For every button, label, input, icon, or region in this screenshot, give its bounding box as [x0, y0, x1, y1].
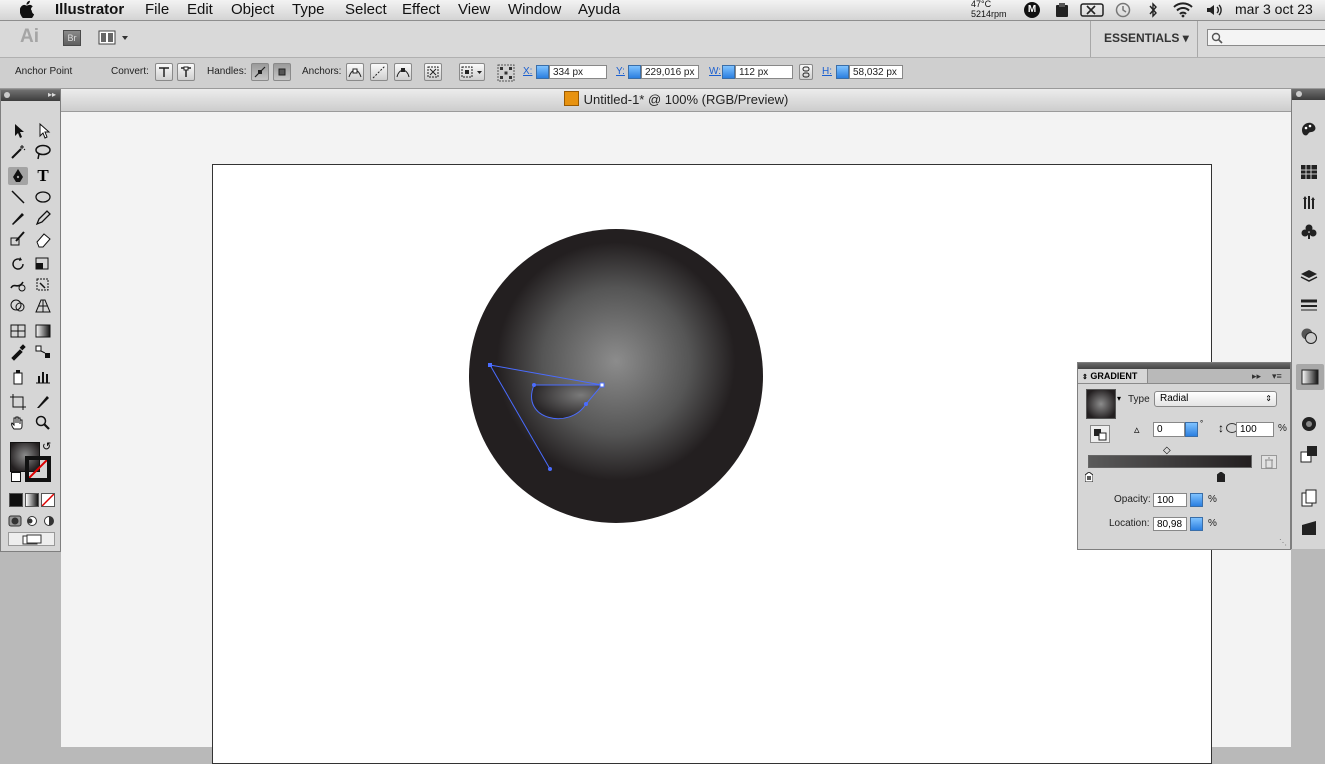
eraser-tool-icon[interactable]: [33, 230, 53, 248]
appearance-icon[interactable]: [1300, 415, 1318, 433]
symbols-icon[interactable]: [1300, 223, 1318, 241]
gradient-stop-right[interactable]: [1216, 469, 1226, 483]
type-label: Type: [1128, 394, 1150, 405]
aspect-ratio-field[interactable]: 100: [1236, 422, 1274, 437]
none-mode-button[interactable]: [41, 493, 55, 507]
handle-point[interactable]: [584, 402, 588, 406]
magic-wand-tool-icon[interactable]: [8, 143, 28, 161]
swap-fill-stroke-icon[interactable]: ↺: [42, 440, 51, 453]
dock-header[interactable]: [1292, 89, 1325, 100]
swatches-icon[interactable]: [1300, 163, 1318, 181]
reverse-gradient-icon: [1094, 429, 1107, 441]
select-arrows-icon: ⇕: [1265, 394, 1272, 403]
symbol-sprayer-tool-icon[interactable]: [8, 368, 28, 386]
stroke-panel-icon[interactable]: [1300, 297, 1318, 315]
reverse-gradient-button[interactable]: [1090, 425, 1110, 443]
aspect-ratio-icon: ↕: [1218, 421, 1224, 435]
aspect-percent: %: [1278, 423, 1287, 434]
opacity-percent: %: [1208, 494, 1217, 505]
gradient-presets-dropdown-icon[interactable]: ▾: [1117, 394, 1121, 403]
brushes-icon[interactable]: [1300, 193, 1318, 211]
gradient-panel-tabbar: ⇕ GRADIENT ▸▸ ▾≡: [1078, 369, 1290, 384]
gradient-mode-button[interactable]: [25, 493, 39, 507]
anchor-point[interactable]: [599, 382, 605, 388]
perspective-grid-tool-icon[interactable]: [33, 297, 53, 315]
gradient-icon: [1301, 369, 1319, 385]
gradient-slider[interactable]: [1088, 455, 1252, 468]
draw-normal-icon[interactable]: [8, 514, 22, 527]
trash-icon: [1265, 457, 1273, 469]
mesh-tool-icon[interactable]: [8, 322, 28, 340]
opacity-field[interactable]: 100: [1153, 493, 1187, 507]
eyedropper-tool-icon[interactable]: [8, 343, 28, 361]
graphic-styles-icon[interactable]: [1300, 445, 1318, 463]
location-label: Location:: [1109, 518, 1150, 529]
handle-point[interactable]: [532, 383, 536, 387]
tools-panel-header[interactable]: ▸▸: [1, 90, 60, 101]
resize-grip-icon[interactable]: ⋱: [1279, 538, 1287, 547]
selection-tool-icon[interactable]: [8, 122, 28, 140]
lasso-tool-icon[interactable]: [33, 143, 53, 161]
delete-stop-button[interactable]: [1261, 455, 1277, 469]
blend-tool-icon[interactable]: [33, 343, 53, 361]
draw-inside-icon[interactable]: [42, 514, 56, 526]
color-mode-button[interactable]: [9, 493, 23, 507]
angle-icon: ▵: [1134, 424, 1140, 436]
paintbrush-tool-icon[interactable]: [8, 209, 28, 227]
draw-behind-icon[interactable]: [25, 514, 39, 526]
free-transform-tool-icon[interactable]: [33, 276, 53, 294]
pencil-tool-icon[interactable]: [33, 209, 53, 227]
direct-selection-tool-icon[interactable]: [33, 122, 53, 140]
line-tool-icon[interactable]: [8, 188, 28, 206]
location-field[interactable]: 80,98: [1153, 517, 1187, 531]
expand-panel-icon[interactable]: ▸▸: [1252, 369, 1261, 383]
degree-mark: °: [1200, 419, 1204, 428]
zoom-tool-icon[interactable]: [33, 414, 53, 432]
gradient-tool-icon[interactable]: [33, 322, 53, 340]
rotate-tool-icon[interactable]: [8, 255, 28, 273]
slice-tool-icon[interactable]: [33, 393, 53, 411]
color-guide-icon[interactable]: [1300, 120, 1318, 138]
ellipse-tool-icon[interactable]: [33, 188, 53, 206]
column-graph-tool-icon[interactable]: [33, 368, 53, 386]
gradient-panel-tab[interactable]: [1296, 364, 1324, 390]
location-percent: %: [1208, 518, 1217, 529]
gradient-panel-title[interactable]: ⇕ GRADIENT: [1078, 369, 1148, 383]
default-fill-stroke-icon[interactable]: [11, 472, 21, 482]
collapse-arrows-icon: ⇕: [1082, 374, 1088, 381]
panel-dock: [1291, 89, 1325, 549]
transparency-icon[interactable]: [1300, 327, 1318, 345]
pen-tool-icon[interactable]: [8, 167, 28, 185]
angle-field[interactable]: 0: [1153, 422, 1185, 437]
gradient-sphere[interactable]: [469, 229, 763, 523]
location-dropdown[interactable]: [1190, 517, 1203, 531]
gradient-preview-swatch[interactable]: [1086, 389, 1116, 419]
tools-panel: ▸▸ T ↺: [0, 89, 61, 552]
anchor-point[interactable]: [488, 363, 492, 367]
hand-tool-icon[interactable]: [8, 414, 28, 432]
artboard-tool-icon[interactable]: [8, 393, 28, 411]
gradient-panel: ⇕ GRADIENT ▸▸ ▾≡ ▾ Type Radial ⇕ ▵ 0 ° ↕…: [1077, 362, 1291, 550]
warp-tool-icon[interactable]: [8, 276, 28, 294]
blob-brush-tool-icon[interactable]: [8, 230, 28, 248]
type-tool-icon[interactable]: T: [33, 167, 53, 185]
gradient-type-select[interactable]: Radial ⇕: [1154, 391, 1277, 407]
handle-point[interactable]: [548, 467, 552, 471]
layers-icon[interactable]: [1300, 267, 1318, 285]
angle-dropdown[interactable]: [1185, 422, 1198, 437]
opacity-label: Opacity:: [1114, 494, 1151, 505]
scale-tool-icon[interactable]: [33, 255, 53, 273]
document-info-icon[interactable]: [1300, 489, 1318, 507]
artboards-icon[interactable]: [1300, 519, 1318, 537]
panel-menu-icon[interactable]: ▾≡: [1272, 369, 1282, 383]
screen-mode-button[interactable]: [8, 532, 55, 546]
opacity-dropdown[interactable]: [1190, 493, 1203, 507]
shape-builder-tool-icon[interactable]: [8, 297, 28, 315]
stroke-swatch[interactable]: [25, 456, 51, 482]
gradient-stop-left[interactable]: [1084, 469, 1094, 483]
